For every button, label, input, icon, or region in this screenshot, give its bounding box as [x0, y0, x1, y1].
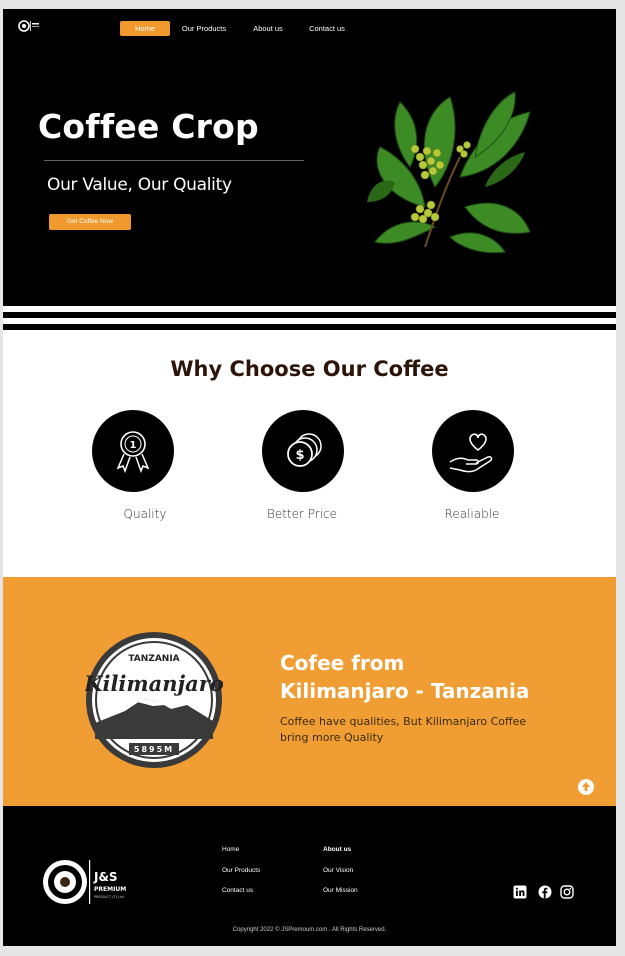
nav-about-us[interactable]: About us [243, 21, 293, 36]
stripe [3, 312, 616, 318]
stripe [3, 300, 616, 306]
coins-dollar-icon: $ [262, 410, 344, 492]
origin-description: Coffee have qualities, But Kilimanjaro C… [280, 715, 527, 744]
stripe-divider [3, 300, 616, 332]
origin-title: Cofee from Kilimanjaro - Tanzania [280, 649, 600, 705]
copyright-text: Copyright 2022 © JSPremoum.com . All Rig… [232, 927, 387, 933]
hero-subtitle: Our Value, Our Quality [47, 175, 232, 195]
arrow-up-icon [582, 782, 590, 791]
footer-link-mission[interactable]: Our Mission [323, 887, 358, 894]
brand-logo-icon[interactable] [18, 19, 42, 33]
nav-contact-us[interactable]: Contact us [301, 21, 353, 36]
facebook-icon[interactable] [538, 885, 552, 899]
svg-text:$: $ [295, 448, 304, 463]
svg-text:Kilimanjaro: Kilimanjaro [85, 671, 223, 696]
svg-text:5895M: 5895M [134, 745, 174, 754]
feature-label-price: Better Price [266, 507, 338, 521]
instagram-icon[interactable] [560, 885, 574, 899]
footer-link-vision[interactable]: Our Vision [323, 867, 353, 874]
origin-title-line2: Kilimanjaro - Tanzania [280, 679, 530, 703]
kilimanjaro-badge-logo: TANZANIA Kilimanjaro 5895M [85, 632, 223, 768]
footer-link-products[interactable]: Our Products [222, 867, 260, 874]
linkedin-icon[interactable] [513, 885, 527, 899]
feature-label-reliable: Realiable [444, 507, 500, 521]
why-section-title: Why Choose Our Coffee [170, 357, 449, 381]
svg-text:TANZANIA: TANZANIA [128, 654, 179, 664]
hero-divider [44, 160, 304, 161]
svg-text:PREMIUM: PREMIUM [94, 886, 126, 893]
footer-link-about[interactable]: About us [323, 846, 351, 853]
page: Home Our Products About us Contact us Co… [3, 9, 616, 946]
stripe [3, 324, 616, 330]
coffee-plant-illustration [367, 91, 531, 254]
nav-home[interactable]: Home [120, 21, 170, 36]
scroll-to-top-button[interactable] [578, 779, 594, 795]
hero-section: Home Our Products About us Contact us Co… [3, 9, 616, 300]
svg-text:J&S: J&S [93, 870, 118, 884]
heart-hand-icon [432, 410, 514, 492]
feature-label-quality: Quality [123, 507, 167, 521]
footer-link-contact[interactable]: Contact us [222, 887, 253, 894]
svg-text:1: 1 [130, 440, 137, 451]
footer-logo-icon[interactable]: J&S PREMIUM PRODUCT (T) Ltd [39, 856, 131, 908]
footer-link-home[interactable]: Home [222, 846, 239, 853]
origin-title-line1: Cofee from [280, 651, 405, 675]
get-coffee-button[interactable]: Get Coffee Now [49, 214, 131, 230]
hero-title: Coffee Crop [38, 107, 259, 146]
award-medal-icon: 1 [92, 410, 174, 492]
svg-text:PRODUCT (T) Ltd: PRODUCT (T) Ltd [94, 895, 124, 899]
nav-our-products[interactable]: Our Products [175, 21, 233, 36]
